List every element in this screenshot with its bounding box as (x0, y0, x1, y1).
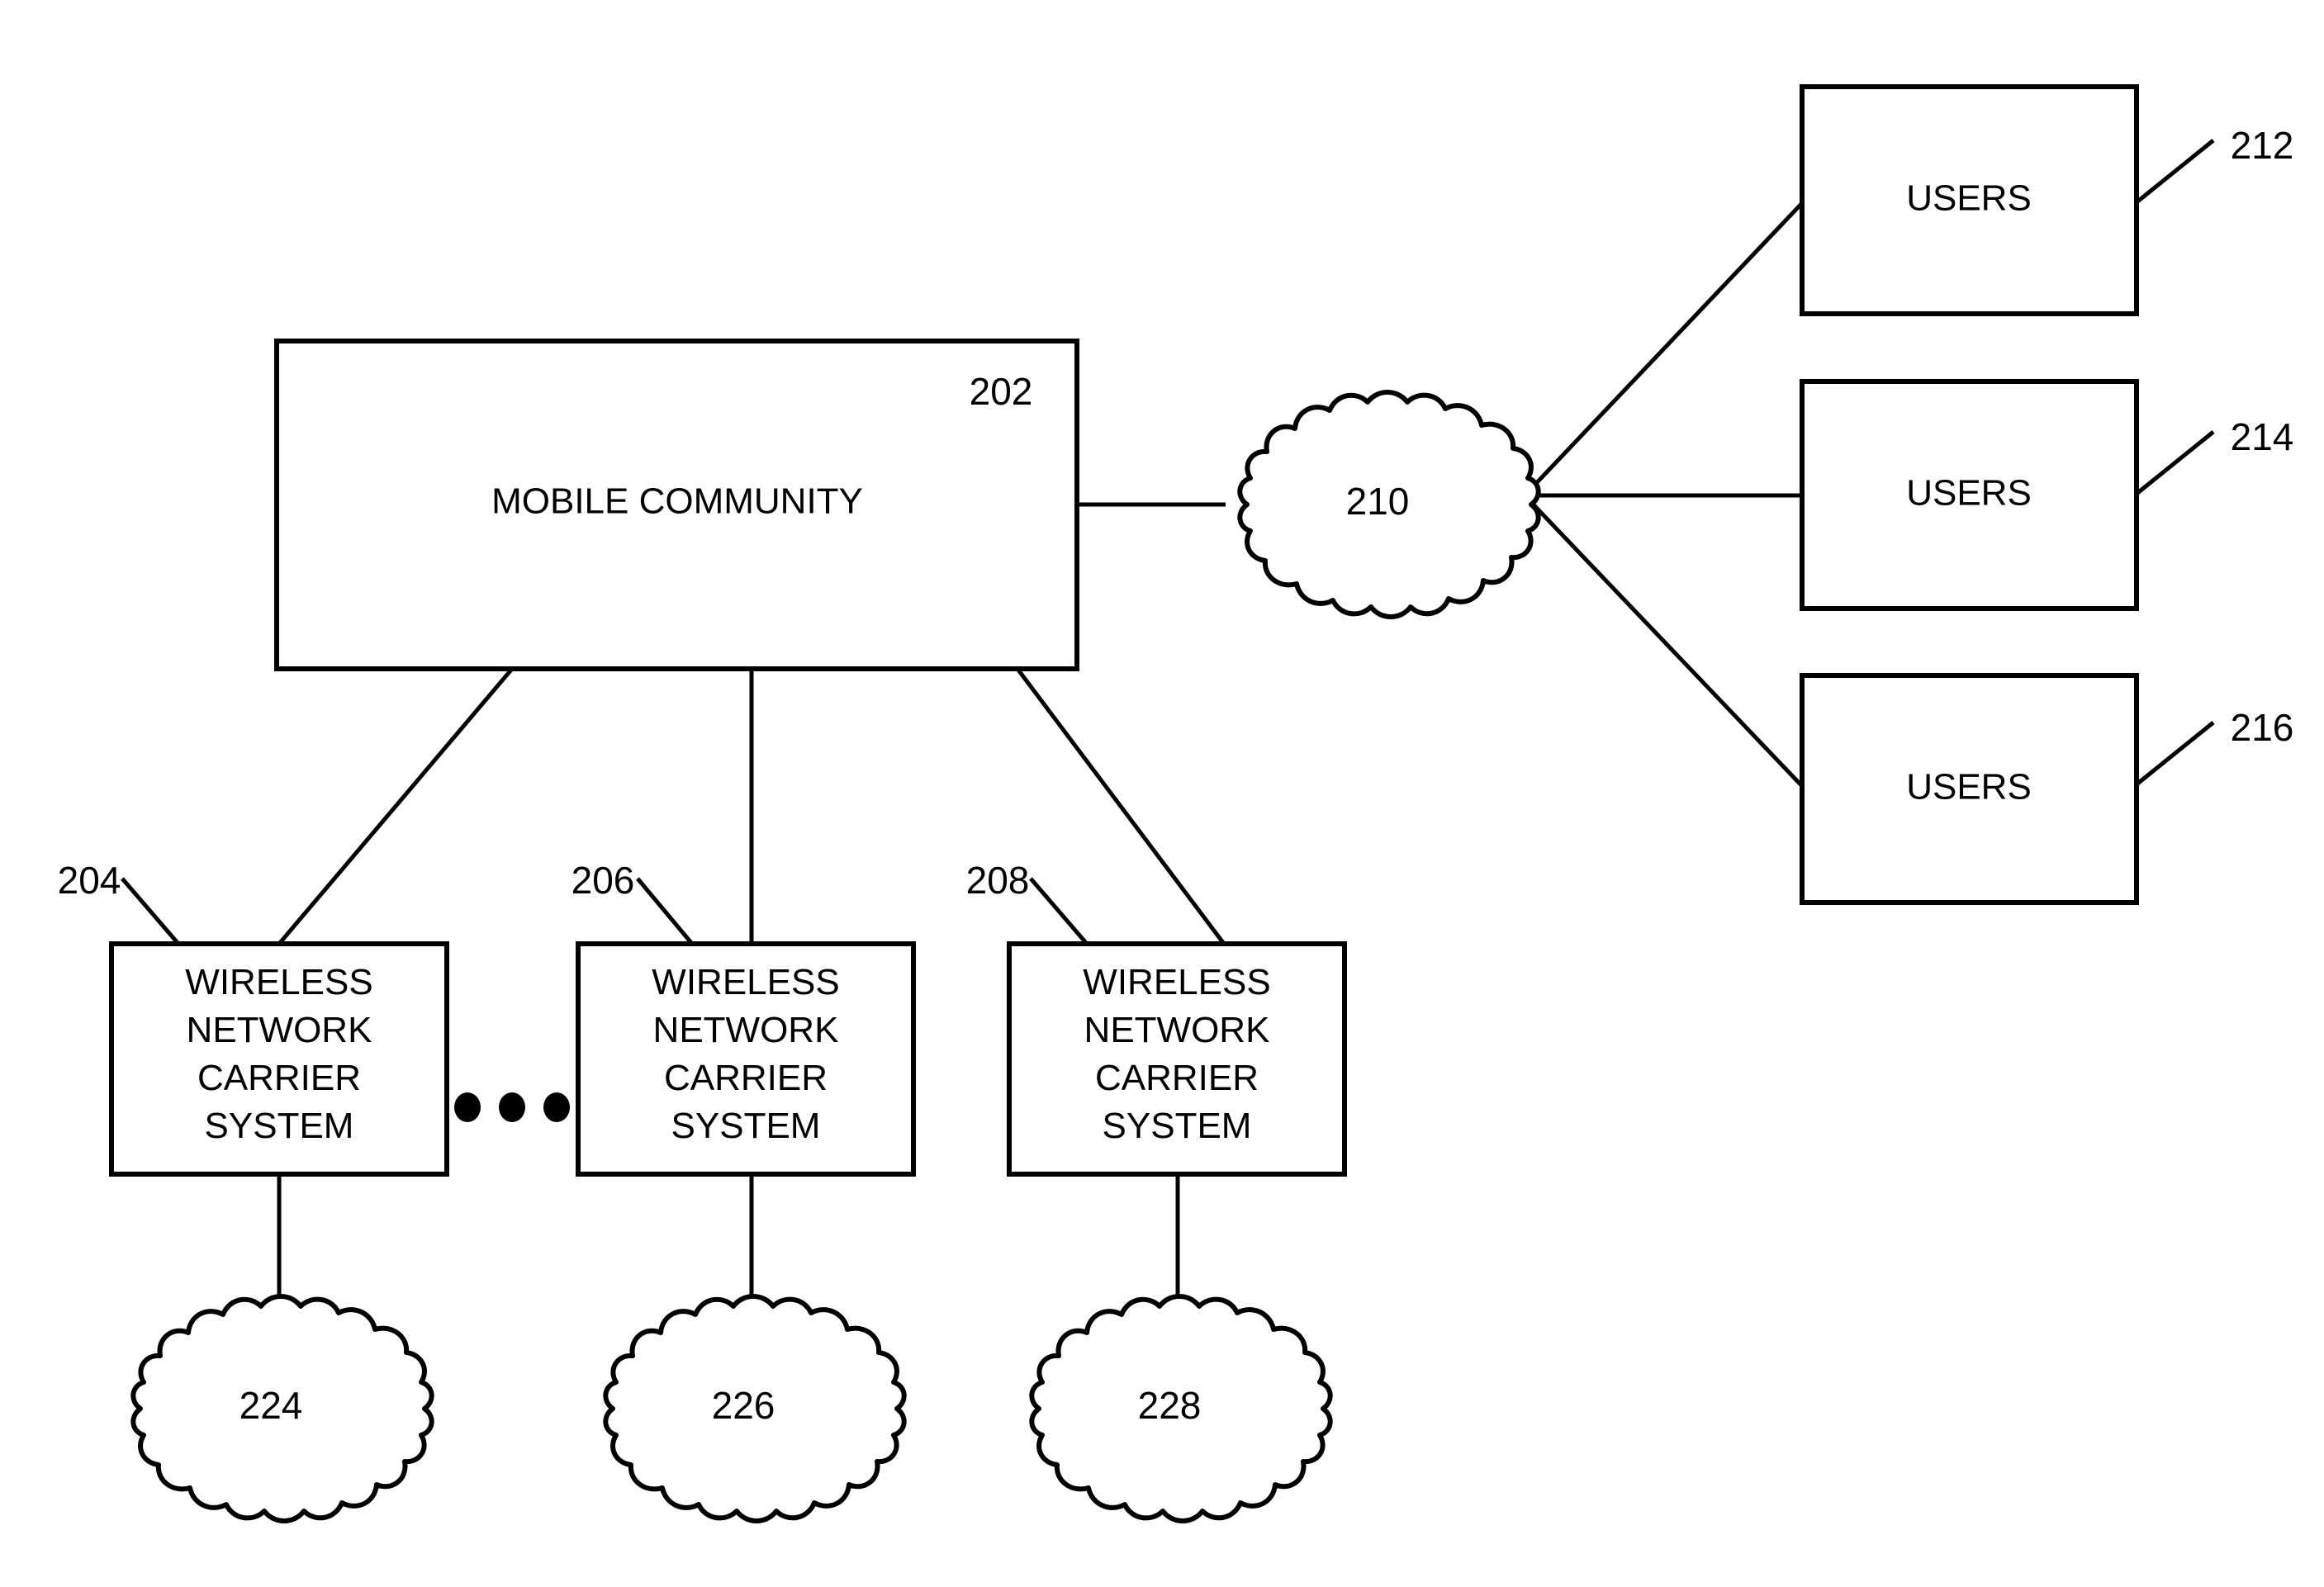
carrier-ellipsis (454, 1092, 570, 1122)
node-users-216[interactable]: USERS 216 (1800, 673, 2294, 905)
carrier-1-line-2: NETWORK (187, 1010, 372, 1050)
node-carrier-cloud-224[interactable]: 224 (130, 1294, 434, 1523)
node-users-212[interactable]: USERS 212 (1800, 84, 2294, 316)
reference-numeral-212: 212 (2231, 124, 2294, 167)
leader-line-208 (1029, 877, 1088, 945)
reference-numeral-210: 210 (1346, 480, 1410, 523)
leader-line-214 (2135, 430, 2215, 495)
network-diagram-svg: MOBILE COMMUNITY 202 210 USERS 212 USERS… (58, 84, 2294, 1523)
carrier-2-line-1: WIRELESS (652, 962, 839, 1002)
carrier-1-line-4: SYSTEM (205, 1106, 354, 1146)
users-label-3: USERS (1906, 767, 2032, 808)
link-cloud-210-to-users-212 (1525, 201, 1804, 495)
reference-numeral-208: 208 (966, 859, 1030, 902)
reference-numeral-228: 228 (1138, 1384, 1202, 1427)
carrier-3-line-2: NETWORK (1084, 1010, 1270, 1050)
link-mobile-community-to-carrier-1 (277, 667, 514, 945)
reference-numeral-202: 202 (970, 370, 1033, 413)
users-label-1: USERS (1906, 178, 2032, 219)
node-carrier-cloud-226[interactable]: 226 (603, 1294, 907, 1523)
leader-line-204 (121, 877, 180, 945)
leader-line-212 (2135, 139, 2215, 204)
node-carrier-cloud-228[interactable]: 228 (1029, 1294, 1333, 1523)
node-users-214[interactable]: USERS 214 (1800, 379, 2294, 611)
ellipsis-dot-1 (454, 1092, 481, 1122)
link-cloud-210-to-users-216 (1525, 495, 1804, 788)
reference-numeral-214: 214 (2231, 415, 2294, 458)
link-mobile-community-to-carrier-3 (1016, 667, 1226, 945)
ellipsis-dot-3 (543, 1092, 570, 1122)
carrier-2-line-4: SYSTEM (671, 1106, 821, 1146)
carrier-1-line-3: CARRIER (197, 1058, 361, 1098)
carrier-2-line-3: CARRIER (664, 1058, 828, 1098)
reference-numeral-206: 206 (572, 859, 635, 902)
reference-numeral-226: 226 (712, 1384, 775, 1427)
users-label-2: USERS (1906, 473, 2032, 514)
carrier-3-line-1: WIRELESS (1083, 962, 1270, 1002)
node-carrier-system-204[interactable]: WIRELESS NETWORK CARRIER SYSTEM 204 (58, 859, 449, 1177)
carrier-3-line-4: SYSTEM (1103, 1106, 1252, 1146)
node-network-cloud[interactable]: 210 (1237, 390, 1541, 619)
mobile-community-label: MOBILE COMMUNITY (491, 481, 863, 522)
ellipsis-dot-2 (499, 1092, 525, 1122)
patent-figure-canvas: MOBILE COMMUNITY 202 210 USERS 212 USERS… (0, 0, 2324, 1587)
reference-numeral-224: 224 (240, 1384, 303, 1427)
leader-line-206 (636, 877, 694, 945)
reference-numeral-216: 216 (2231, 706, 2294, 749)
carrier-2-line-2: NETWORK (653, 1010, 839, 1050)
node-carrier-system-208[interactable]: WIRELESS NETWORK CARRIER SYSTEM 208 (966, 859, 1347, 1177)
leader-line-216 (2135, 721, 2215, 786)
node-carrier-system-206[interactable]: WIRELESS NETWORK CARRIER SYSTEM 206 (572, 859, 916, 1177)
carrier-3-line-3: CARRIER (1095, 1058, 1259, 1098)
carrier-1-line-1: WIRELESS (185, 962, 372, 1002)
reference-numeral-204: 204 (58, 859, 121, 902)
node-mobile-community[interactable]: MOBILE COMMUNITY 202 (274, 339, 1079, 671)
